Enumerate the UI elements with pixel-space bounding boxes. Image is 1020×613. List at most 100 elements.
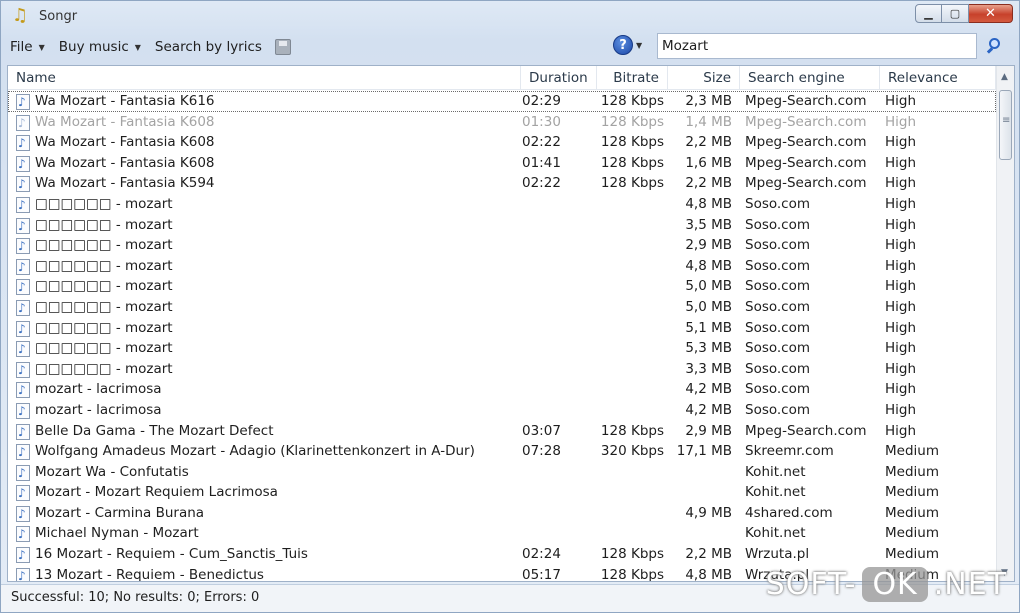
close-icon: ✕ [985,6,996,21]
cell-bitrate [598,194,664,215]
maximize-icon: ▢ [949,7,961,20]
cell-engine: Mpeg-Search.com [745,134,867,151]
table-row[interactable]: Belle Da Gama - The Mozart Defect 03:07 12… [8,421,996,442]
cell-size: 1,4 MB [685,113,732,130]
music-file-icon [16,174,30,195]
column-header-bitrate[interactable]: Bitrate [597,66,668,90]
cell-relevance: Medium [885,525,939,542]
cell-duration: 02:24 [522,546,561,563]
cell-engine: Kohit.net [745,525,806,542]
watermark-left: SOFT- [765,567,857,602]
cell-name: □□□□□□ - mozart [35,360,173,377]
search-button[interactable] [985,36,1007,58]
music-file-icon [16,483,30,504]
table-row[interactable]: Wolfgang Amadeus Mozart - Adagio (Klarin… [8,441,996,463]
cell-duration [522,503,592,524]
cell-size: 2,2 MB [685,175,732,192]
search-by-lyrics-button[interactable]: Search by lyrics [150,35,267,59]
table-row[interactable]: □□□□□□ - mozart 5,1 MB Soso.com High [8,318,996,339]
scrollbar-thumb[interactable] [999,90,1012,160]
scroll-up-icon[interactable]: ▲ [1001,72,1008,82]
cell-bitrate [598,338,664,359]
cell-duration [522,297,592,318]
cell-engine: Skreemr.com [745,443,834,460]
cell-size: 2,2 MB [685,134,732,151]
cell-size [664,482,732,503]
table-row[interactable]: □□□□□□ - mozart 2,9 MB Soso.com High [8,235,996,257]
file-menu[interactable]: File ▼ [5,35,50,59]
column-header-relevance[interactable]: Relevance [880,66,996,90]
table-row[interactable]: □□□□□□ - mozart 5,0 MB Soso.com High [8,276,996,298]
search-input[interactable] [657,33,977,59]
close-button[interactable]: ✕ [969,4,1013,23]
maximize-button[interactable]: ▢ [942,4,969,23]
column-header-search-engine[interactable]: Search engine [740,66,880,90]
cell-name: Wa Mozart - Fantasia K594 [35,175,215,192]
table-row[interactable]: Mozart Wa - Confutatis Kohit.net Medium [8,462,996,483]
table-row[interactable]: Wa Mozart - Fantasia K608 01:41 128 Kbps 1,… [8,153,996,174]
table-row[interactable]: 16 Mozart - Requiem - Cum_Sanctis_Tuis 02… [8,544,996,566]
cell-duration: 02:22 [522,134,561,151]
table-row[interactable]: □□□□□□ - mozart 4,8 MB Soso.com High [8,256,996,277]
table-row[interactable]: Wa Mozart - Fantasia K594 02:22 128 Kbps 2,… [8,173,996,195]
results-list[interactable]: Name Duration Bitrate Size Search engine… [7,65,1015,582]
cell-bitrate: 128 Kbps [600,422,664,439]
column-header-name[interactable]: Name [8,66,521,90]
table-row[interactable]: Michael Nyman - Mozart Kohit.net Medium [8,523,996,545]
cell-name: Wa Mozart - Fantasia K608 [35,113,215,130]
cell-size: 5,1 MB [685,319,732,336]
cell-duration [522,194,592,215]
cell-size: 4,8 MB [685,195,732,212]
cell-duration [522,523,592,544]
search-icon-handle [986,47,994,54]
column-header-size[interactable]: Size [668,66,740,90]
buy-music-menu[interactable]: Buy music ▼ [54,35,146,59]
cell-engine: Mpeg-Search.com [745,175,867,192]
cell-relevance: High [885,93,917,109]
cell-relevance: High [885,298,917,315]
chevron-down-icon: ▼ [134,42,141,52]
table-row[interactable]: □□□□□□ - mozart 3,3 MB Soso.com High [8,359,996,380]
cell-size: 4,2 MB [685,401,732,418]
title-bar[interactable]: ♫ Songr ▁ ▢ ✕ [1,1,1019,31]
table-row[interactable]: mozart - lacrimosa 4,2 MB Soso.com High [8,379,996,401]
table-row[interactable]: Wa Mozart - Fantasia K608 01:30 128 Kbps 1,… [8,112,996,133]
column-header-duration[interactable]: Duration [521,66,597,90]
table-row[interactable]: Wa Mozart - Fantasia K616 02:29 128 Kbps 2,… [8,91,996,113]
cell-duration [522,379,592,400]
minimize-button[interactable]: ▁ [915,4,942,23]
table-row[interactable]: □□□□□□ - mozart 5,0 MB Soso.com High [8,297,996,319]
watermark: SOFT- OK .NET [766,567,1007,602]
cell-engine: Soso.com [745,278,811,295]
table-row[interactable]: □□□□□□ - mozart 3,5 MB Soso.com High [8,215,996,236]
chevron-down-icon: ▼ [38,42,45,52]
music-file-icon [16,422,30,442]
vertical-scrollbar[interactable]: ▲ ▼ [996,66,1014,581]
cell-size: 2,2 MB [685,546,732,563]
table-row[interactable]: Mozart - Mozart Requiem Lacrimosa Kohit.n… [8,482,996,504]
cell-duration: 05:17 [522,566,561,582]
table-row[interactable]: mozart - lacrimosa 4,2 MB Soso.com High [8,400,996,422]
music-file-icon [16,380,30,401]
table-row[interactable]: □□□□□□ - mozart 4,8 MB Soso.com High [8,194,996,216]
table-row[interactable]: Mozart - Carmina Burana 4,9 MB 4shared.com… [8,503,996,524]
table-row[interactable]: □□□□□□ - mozart 5,3 MB Soso.com High [8,338,996,360]
cell-relevance: Medium [885,546,939,563]
cell-duration [522,215,592,236]
help-icon: ? [613,35,633,55]
cell-duration [522,256,592,277]
cell-engine: Soso.com [745,237,811,254]
cell-engine: Soso.com [745,381,811,398]
cell-relevance: High [885,154,917,171]
save-icon[interactable] [274,39,291,55]
window-title: Songr [39,8,78,24]
cell-bitrate: 320 Kbps [600,443,664,460]
cell-duration: 03:07 [522,422,561,439]
cell-size: 4,8 MB [685,257,732,274]
table-row[interactable]: Wa Mozart - Fantasia K608 02:22 128 Kbps 2,… [8,132,996,154]
cell-relevance: High [885,175,917,192]
cell-bitrate [598,359,664,380]
help-button[interactable]: ? ▼ [613,35,642,55]
cell-bitrate [598,482,664,503]
list-header: Name Duration Bitrate Size Search engine… [8,66,996,90]
